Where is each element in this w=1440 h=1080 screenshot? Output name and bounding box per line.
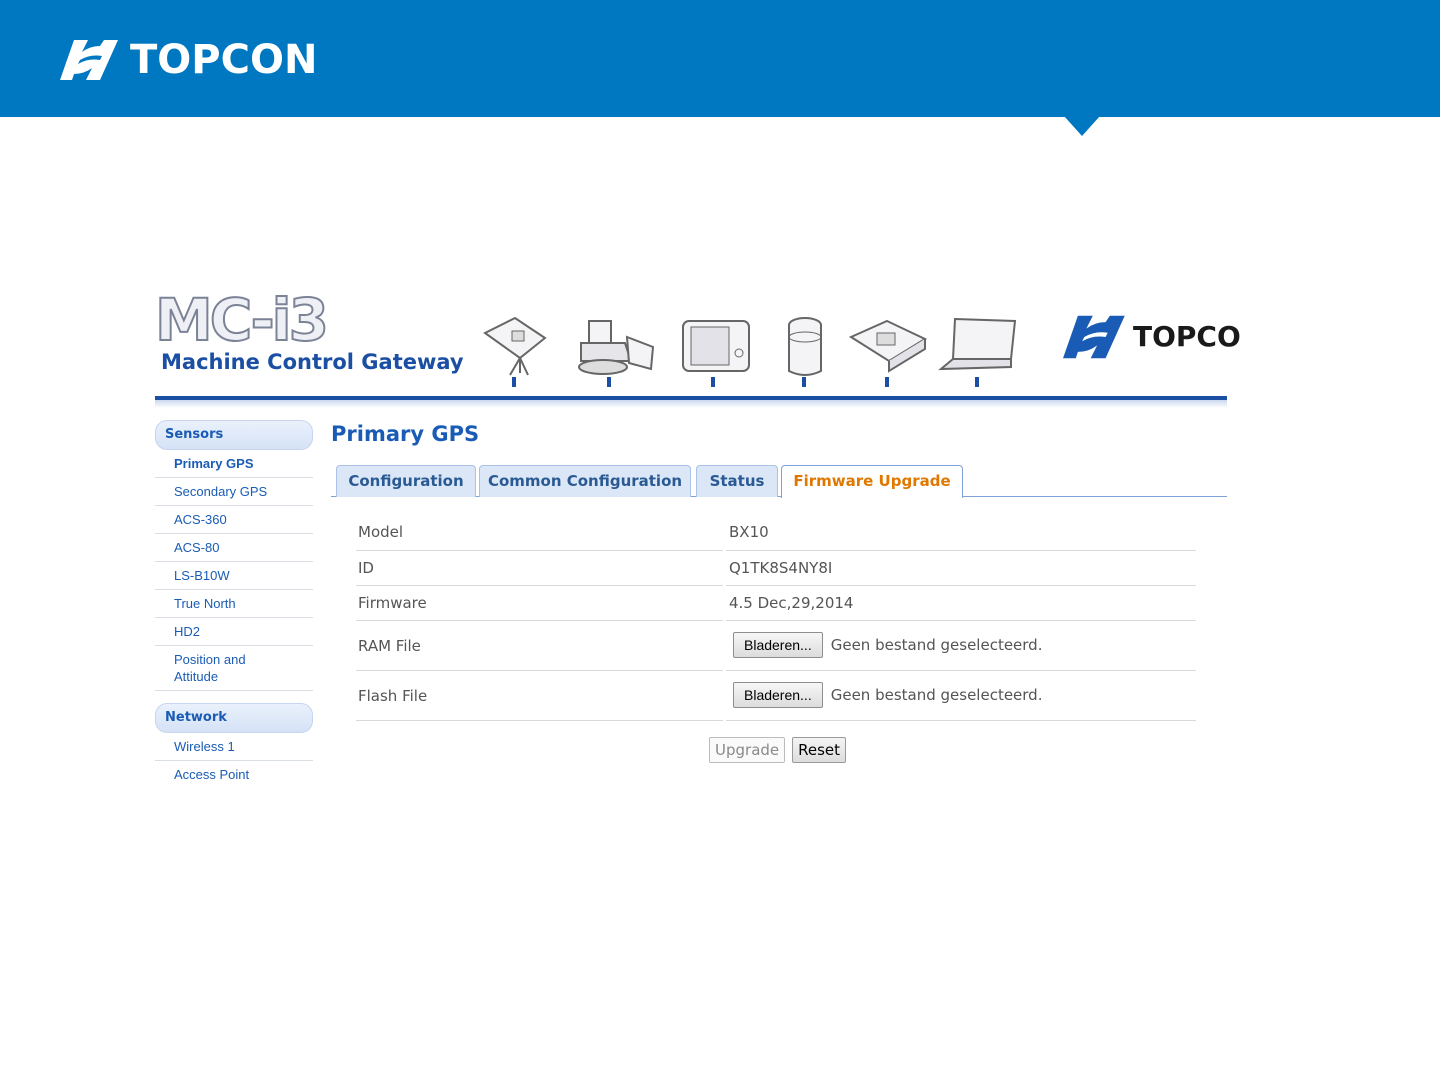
- sidebar-item-acs-360[interactable]: ACS-360: [155, 506, 313, 534]
- firmware-table: Model BX10 ID Q1TK8S4NY8I Firmware 4.5 D…: [356, 515, 1196, 721]
- table-row-firmware: Firmware 4.5 Dec,29,2014: [356, 586, 1196, 621]
- header-brand-text: TOPCO: [1133, 320, 1241, 353]
- slide-topcon-logo: TOPCON: [60, 38, 317, 82]
- product-subtitle: Machine Control Gateway: [161, 350, 464, 374]
- id-label: ID: [358, 559, 374, 577]
- app-header: MC-i3 Machine Control Gateway TOPCO: [154, 285, 1241, 408]
- ram-file-status: Geen bestand geselecteerd.: [830, 636, 1043, 654]
- sidebar-item-secondary-gps[interactable]: Secondary GPS: [155, 478, 313, 506]
- header-rule-shadow: [155, 400, 1227, 408]
- flash-file-picker: Bladeren... Geen bestand geselecteerd.: [729, 682, 1042, 708]
- action-buttons: Upgrade Reset: [709, 737, 853, 763]
- bulldozer-icon: [575, 313, 657, 387]
- base-station-icon: [847, 313, 929, 387]
- survey-instrument-icon: [480, 313, 550, 387]
- tab-common-configuration[interactable]: Common Configuration: [479, 465, 691, 497]
- sidebar-item-primary-gps[interactable]: Primary GPS: [155, 450, 313, 478]
- flash-file-label: Flash File: [358, 687, 428, 705]
- table-row-flash-file: Flash File Bladeren... Geen bestand gese…: [356, 671, 1196, 721]
- gps-receiver-icon: [780, 313, 830, 387]
- model-label: Model: [358, 523, 404, 541]
- sidebar-item-acs-80[interactable]: ACS-80: [155, 534, 313, 562]
- sidebar-item-true-north[interactable]: True North: [155, 590, 313, 618]
- model-value: BX10: [729, 523, 769, 541]
- device-icons: [475, 313, 1025, 397]
- upgrade-button[interactable]: Upgrade: [709, 737, 786, 763]
- tab-firmware-upgrade[interactable]: Firmware Upgrade: [781, 465, 963, 498]
- table-row-ram-file: RAM File Bladeren... Geen bestand gesele…: [356, 621, 1196, 671]
- sidebar-section-network[interactable]: Network: [155, 703, 313, 733]
- mc-i3-web-ui: MC-i3 Machine Control Gateway TOPCO Sens…: [154, 285, 1241, 785]
- sidebar-item-position-attitude[interactable]: Position and Attitude: [155, 646, 313, 691]
- slide-brand-text: TOPCON: [130, 37, 318, 83]
- table-row-model: Model BX10: [356, 515, 1196, 551]
- ram-file-label: RAM File: [358, 637, 421, 655]
- tab-bar: Configuration Common Configuration Statu…: [331, 460, 1227, 498]
- sidebar: Sensors Primary GPS Secondary GPS ACS-36…: [155, 420, 313, 789]
- sidebar-item-ls-b10w[interactable]: LS-B10W: [155, 562, 313, 590]
- ram-file-browse-button[interactable]: Bladeren...: [733, 632, 823, 658]
- display-panel-icon: [679, 313, 755, 387]
- sidebar-section-sensors[interactable]: Sensors: [155, 420, 313, 450]
- topcon-mark-icon: [1063, 315, 1125, 359]
- product-title: MC-i3: [154, 286, 330, 354]
- flash-file-browse-button[interactable]: Bladeren...: [733, 682, 823, 708]
- header-topcon-logo: TOPCO: [1063, 315, 1241, 359]
- ram-file-picker: Bladeren... Geen bestand geselecteerd.: [729, 632, 1042, 658]
- reset-button[interactable]: Reset: [792, 737, 847, 763]
- firmware-value: 4.5 Dec,29,2014: [729, 594, 854, 612]
- sidebar-item-access-point[interactable]: Access Point: [155, 761, 313, 789]
- topcon-mark-icon: [60, 40, 118, 80]
- id-value: Q1TK8S4NY8I: [729, 559, 833, 577]
- flash-file-status: Geen bestand geselecteerd.: [830, 686, 1043, 704]
- tab-configuration[interactable]: Configuration: [336, 465, 476, 497]
- table-row-id: ID Q1TK8S4NY8I: [356, 551, 1196, 586]
- tab-status[interactable]: Status: [696, 465, 778, 497]
- page-title: Primary GPS: [331, 422, 480, 446]
- laptop-icon: [937, 313, 1019, 387]
- sidebar-item-wireless-1[interactable]: Wireless 1: [155, 733, 313, 761]
- sidebar-item-hd2[interactable]: HD2: [155, 618, 313, 646]
- firmware-label: Firmware: [358, 594, 427, 612]
- main-content: Primary GPS Configuration Common Configu…: [331, 420, 1227, 763]
- banner-notch: [1064, 116, 1100, 136]
